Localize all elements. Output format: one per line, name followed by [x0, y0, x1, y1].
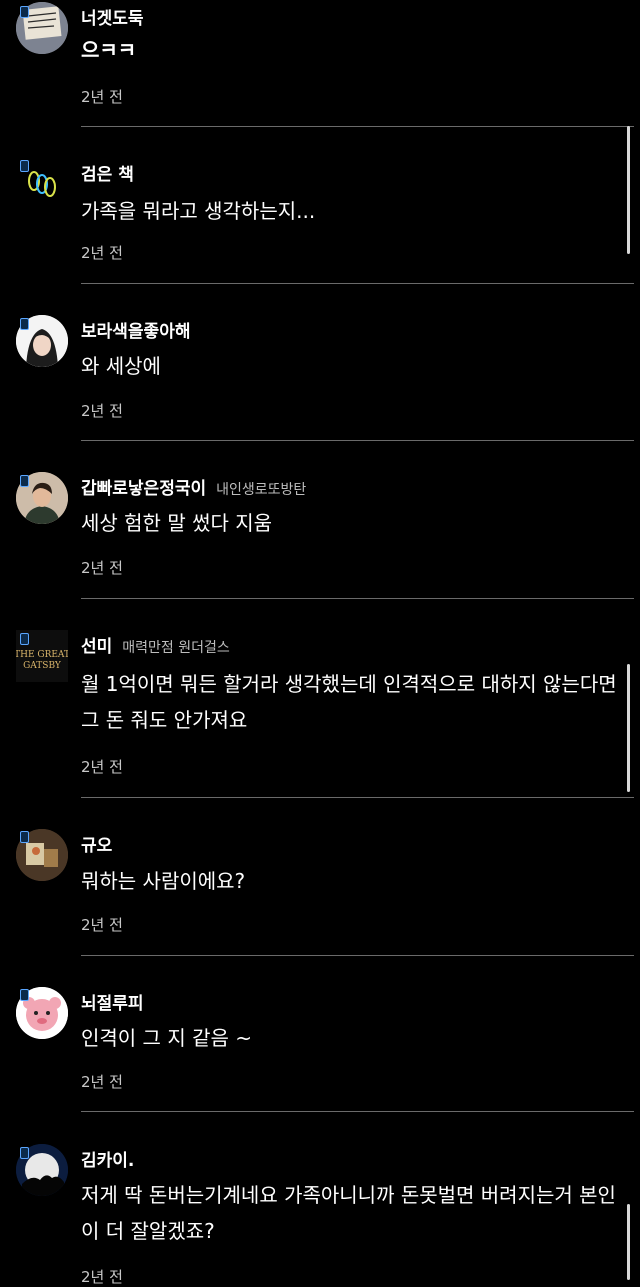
- level-badge-icon: [20, 318, 29, 330]
- comment-time: 2년 전: [81, 88, 123, 106]
- divider: [81, 598, 634, 599]
- comment-text: 와 세상에: [81, 354, 161, 378]
- user-name[interactable]: 김카이.: [81, 1146, 134, 1171]
- level-badge-icon: [20, 989, 29, 1001]
- comment-time: 2년 전: [81, 758, 123, 776]
- user-name[interactable]: 선미: [81, 632, 112, 657]
- comment-text: 월 1억이면 뭐든 할거라 생각했는데 인격적으로 대하지 않는다면 그 돈 줘…: [81, 672, 617, 732]
- comment-time: 2년 전: [81, 1073, 123, 1091]
- user-name[interactable]: 규오: [81, 831, 112, 856]
- level-badge-icon: [20, 6, 29, 18]
- divider: [81, 283, 634, 284]
- divider: [81, 126, 634, 127]
- comment-time: 2년 전: [81, 559, 123, 577]
- comment-text: 세상 험한 말 썼다 지움: [81, 511, 273, 535]
- comment-text: 저게 딱 돈버는기계네요 가족아니니까 돈못벌면 버려지는거 본인이 더 잘알겠…: [81, 1183, 616, 1243]
- level-badge-icon: [20, 1147, 29, 1159]
- comment-time: 2년 전: [81, 402, 123, 420]
- svg-text:GATSBY: GATSBY: [23, 661, 62, 671]
- level-badge-icon: [20, 831, 29, 843]
- level-badge-icon: [20, 475, 29, 487]
- user-badge-text: 매력만점 원더걸스: [122, 640, 230, 656]
- comment-time: 2년 전: [81, 1268, 123, 1286]
- user-name[interactable]: 보라색을좋아해: [81, 317, 190, 342]
- user-name[interactable]: 뇌절루피: [81, 989, 144, 1014]
- user-name[interactable]: 갑빠로낳은정국이: [81, 474, 206, 499]
- svg-text:THE GREAT: THE GREAT: [16, 650, 68, 660]
- comment-time: 2년 전: [81, 244, 123, 262]
- comment-text: 으ㅋㅋ: [81, 38, 137, 62]
- comment-text: 뭐하는 사람이에요?: [81, 869, 246, 893]
- comment-text: 가족을 뭐라고 생각하는지...: [81, 199, 316, 223]
- level-badge-icon: [20, 160, 29, 172]
- comment-list: 너겟도둑 으ㅋㅋ 2년 전 검은 책 가족을 뭐라고 생각하는지... 2년 전: [0, 0, 640, 1286]
- level-badge-icon: [20, 633, 29, 645]
- user-name[interactable]: 너겟도둑: [81, 4, 144, 29]
- comment-time: 2년 전: [81, 916, 123, 934]
- comment-text: 인격이 그 지 같음 ~: [81, 1026, 252, 1050]
- divider: [81, 1111, 634, 1112]
- scrollbar[interactable]: [627, 126, 630, 254]
- divider: [81, 955, 634, 956]
- user-name[interactable]: 검은 책: [81, 160, 134, 185]
- user-badge-text: 내인생로또방탄: [216, 482, 307, 498]
- divider: [81, 440, 634, 441]
- divider: [81, 797, 634, 798]
- scrollbar[interactable]: [627, 664, 630, 792]
- scrollbar[interactable]: [627, 1204, 630, 1280]
